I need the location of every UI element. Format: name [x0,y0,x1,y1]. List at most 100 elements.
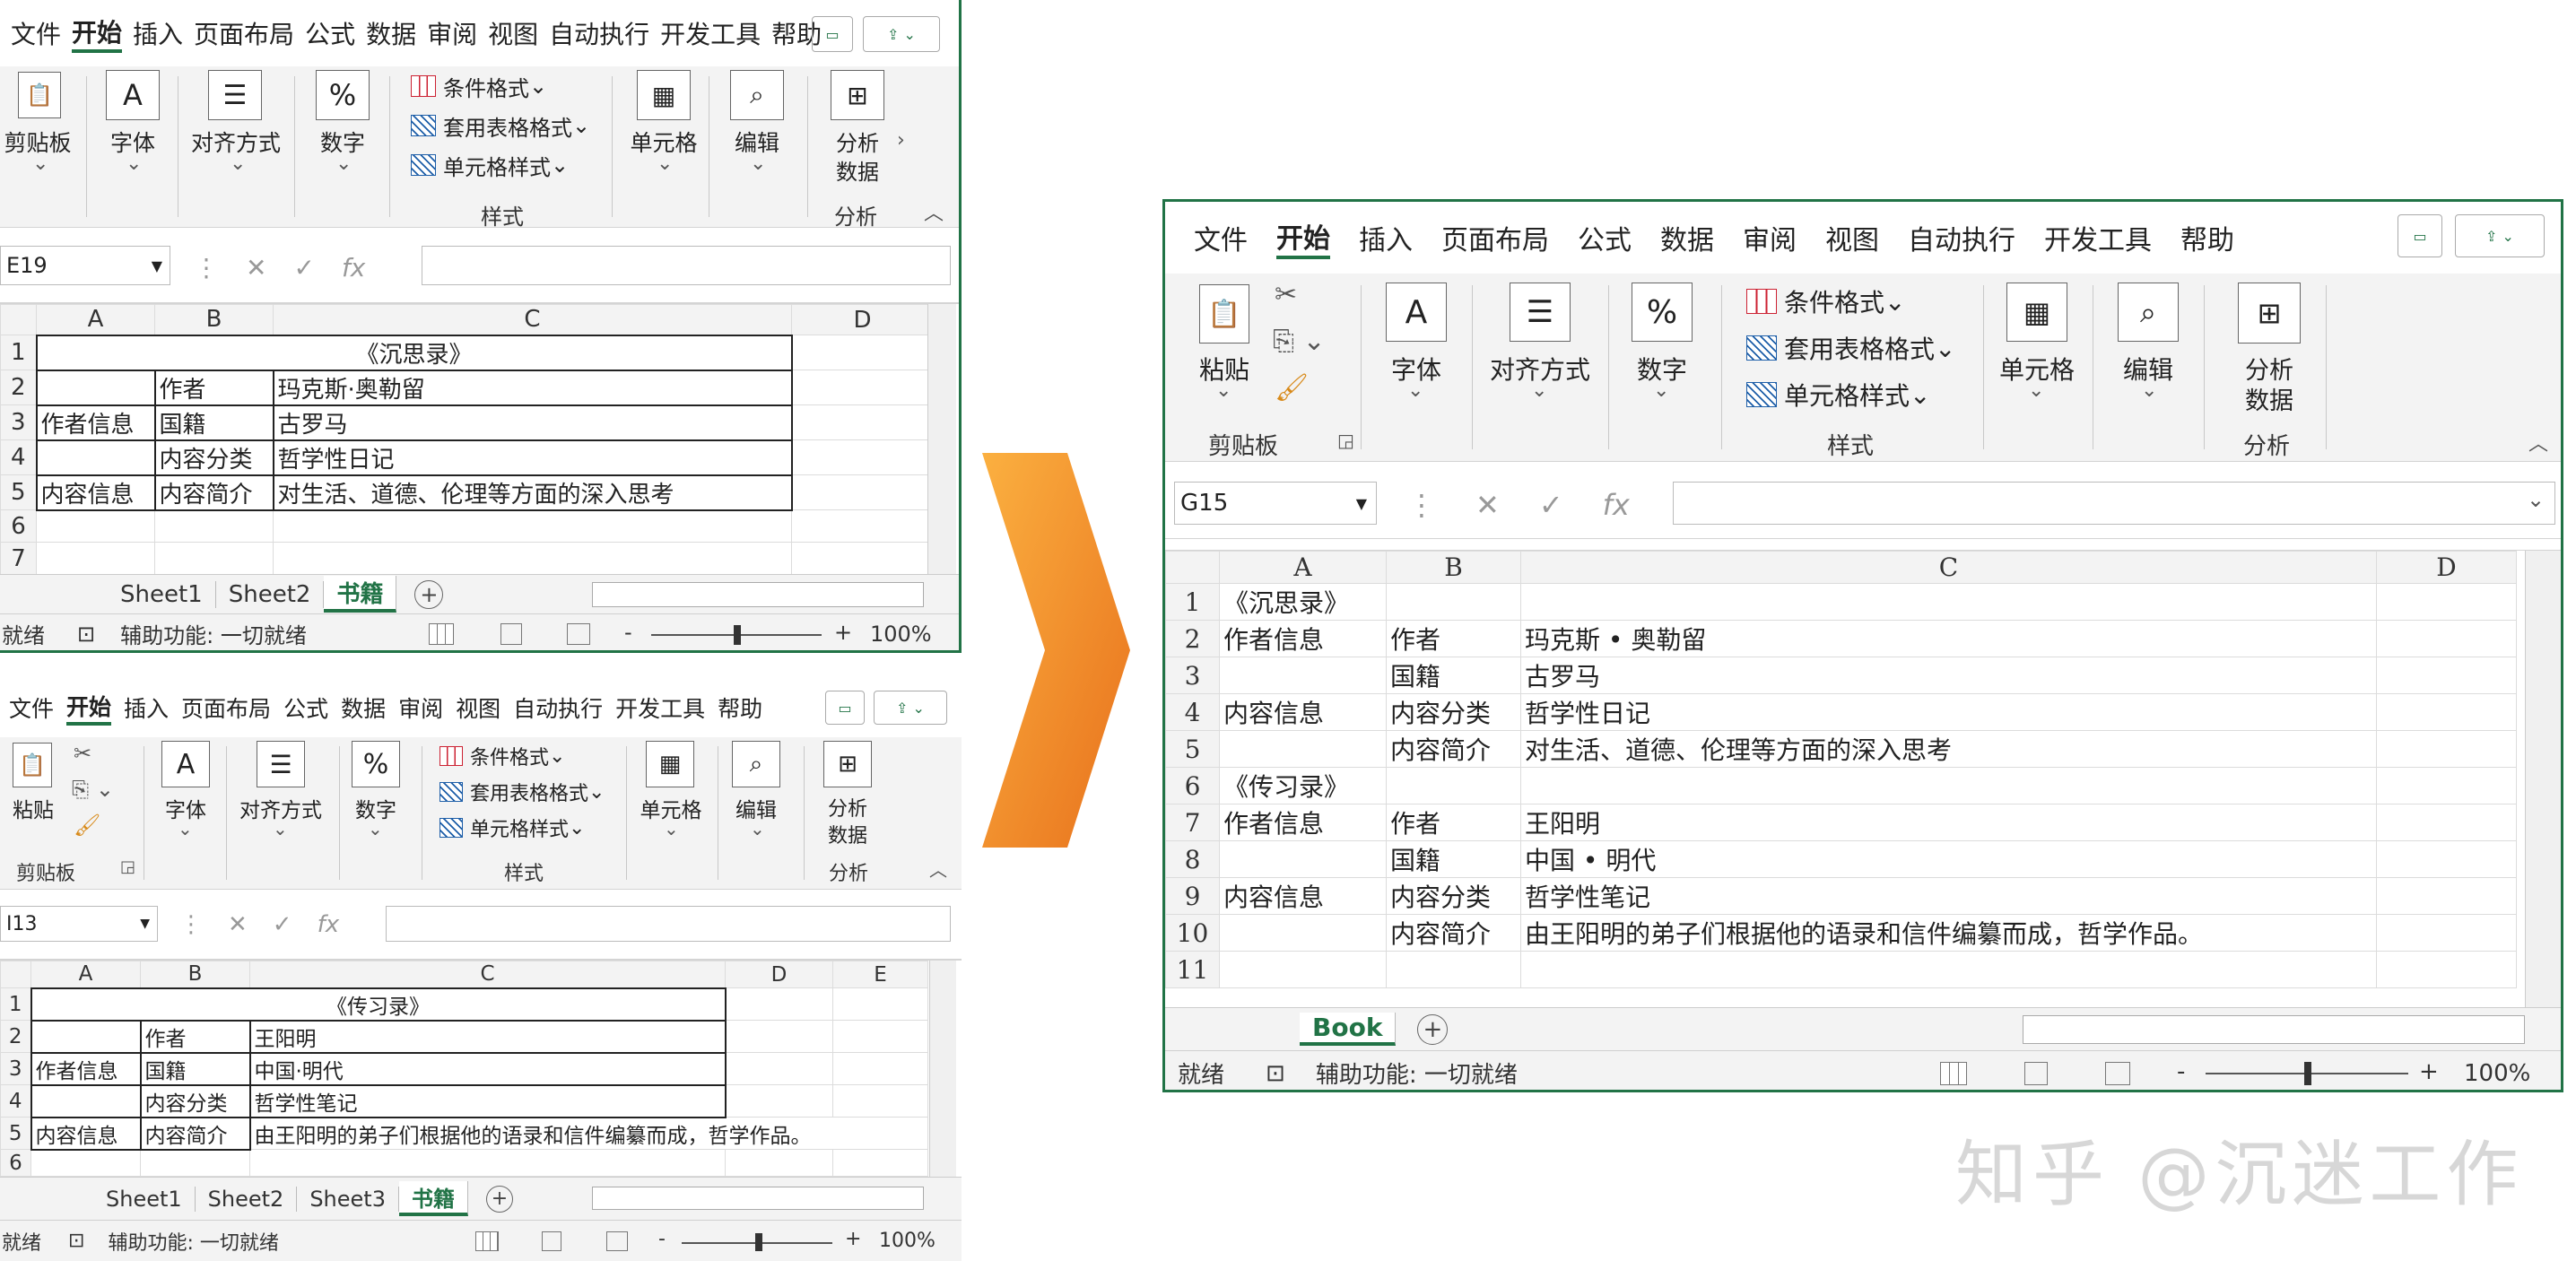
cancel-icon[interactable]: ✕ [228,911,248,938]
cell[interactable] [155,510,274,543]
cell[interactable]: 对生活、道德、伦理等方面的深入思考 [1521,731,2377,768]
format-painter-icon[interactable]: 🖌 [74,813,100,838]
insert-function-icon[interactable]: fx [1603,488,1630,522]
insert-function-icon[interactable]: fx [318,911,340,938]
tab-automate[interactable]: 自动执行 [549,15,649,51]
cell[interactable] [2377,694,2517,731]
editing-search-icon[interactable]: ⌕ [732,741,780,787]
cell[interactable]: 内容简介 [1387,915,1521,952]
cell[interactable] [2377,878,2517,915]
sheet-tab-books[interactable]: 书籍 [324,576,396,613]
cell[interactable] [31,1150,141,1177]
paste-icon[interactable]: 📋 [13,743,52,787]
cell[interactable]: 由王阳明的弟子们根据他的语录和信件编纂而成，哲学作品。 [250,1118,928,1150]
row-header[interactable]: 4 [1,1085,31,1118]
number-icon[interactable]: % [316,70,370,120]
cell[interactable]: 古罗马 [1521,657,2377,694]
table-format-button[interactable]: 套用表格格式 ⌄ [439,777,605,807]
cell[interactable]: 作者 [141,1021,250,1053]
table-format-button[interactable]: 套用表格格式 ⌄ [1746,329,1955,367]
cell[interactable] [1387,584,1521,621]
tab-insert[interactable]: 插入 [124,691,169,724]
cell[interactable]: 内容简介 [141,1118,250,1150]
cell[interactable]: 作者 [1387,621,1521,657]
comments-button[interactable]: ▭ [825,691,865,725]
row-header[interactable]: 11 [1166,952,1220,988]
cell[interactable]: 内容信息 [1220,878,1387,915]
macro-record-icon[interactable]: ⊡ [68,1230,84,1252]
cell[interactable]: 作者信息 [1220,804,1387,841]
cell[interactable]: 内容信息 [37,475,155,510]
normal-view-button[interactable] [429,623,454,645]
cell[interactable] [792,543,934,575]
tab-data[interactable]: 数据 [341,691,386,724]
cell[interactable] [37,543,155,575]
cell[interactable] [792,440,934,475]
cell[interactable] [792,335,934,370]
enter-icon[interactable]: ✓ [293,253,314,283]
row-header[interactable]: 6 [1166,768,1220,804]
sheet-tab-book[interactable]: Book [1300,1013,1396,1046]
cell[interactable] [726,1085,833,1118]
cell-styles-button[interactable]: 单元格样式 ⌄ [1746,376,1930,413]
column-header[interactable]: B [1387,552,1521,584]
page-break-view-button[interactable] [2105,1062,2130,1085]
cell[interactable] [2377,915,2517,952]
cell[interactable]: 王阳明 [250,1021,726,1053]
alignment-icon[interactable]: ☰ [1510,283,1571,342]
cell[interactable] [2377,584,2517,621]
zoom-slider-knob[interactable] [734,625,741,645]
collapse-ribbon-icon[interactable]: ︿ [2528,428,2548,457]
number-icon[interactable]: % [1632,283,1693,342]
tab-insert[interactable]: 插入 [133,15,183,51]
row-header[interactable]: 6 [1,1150,31,1177]
cell[interactable] [1220,952,1387,988]
cell[interactable] [792,510,934,543]
page-break-view-button[interactable] [606,1231,628,1251]
row-header[interactable]: 3 [1,405,37,440]
enter-icon[interactable]: ✓ [273,911,292,938]
cell[interactable]: 由王阳明的弟子们根据他的语录和信件编纂而成，哲学作品。 [1521,915,2377,952]
column-header[interactable]: B [155,305,274,335]
tab-file[interactable]: 文件 [1194,218,1248,257]
name-box[interactable]: E19▼ [0,246,170,285]
vertical-scrollbar[interactable] [2525,551,2561,1008]
dialog-launcher-icon[interactable]: ◲ [1337,430,1354,451]
row-header[interactable]: 2 [1,1021,31,1053]
sheet-tab-books[interactable]: 书籍 [399,1181,468,1216]
cell[interactable]: 中国 • 明代 [1521,841,2377,878]
tab-developer[interactable]: 开发工具 [660,15,761,51]
clipboard-icon[interactable]: 📋 [18,72,61,118]
row-header[interactable]: 7 [1,543,37,575]
conditional-format-button[interactable]: 条件格式 ⌄ [1746,283,1905,320]
row-header[interactable]: 10 [1166,915,1220,952]
formula-input[interactable] [386,906,951,942]
cell[interactable]: 《沉思录》 [37,335,792,370]
expand-formula-bar-icon[interactable]: ⌄ [2527,487,2545,512]
cell[interactable]: 中国·明代 [250,1053,726,1085]
share-button[interactable]: ⇪ ⌄ [863,16,940,52]
cell[interactable] [792,405,934,440]
cell[interactable]: 《沉思录》 [1220,584,1387,621]
row-header[interactable]: 9 [1166,878,1220,915]
horizontal-scrollbar[interactable] [592,1187,924,1210]
cell[interactable] [2377,731,2517,768]
sheet-tab-sheet2[interactable]: Sheet2 [196,1187,298,1212]
table-format-button[interactable]: 套用表格格式 ⌄ [411,109,590,142]
copy-icon[interactable]: ⎘ ⌄ [72,777,114,802]
tab-review[interactable]: 审阅 [1743,218,1797,257]
normal-view-button[interactable] [475,1231,499,1251]
zoom-out-button[interactable]: - [2177,1058,2185,1085]
cell-styles-button[interactable]: 单元格样式 ⌄ [439,813,585,843]
zoom-slider-knob[interactable] [755,1233,762,1251]
analyze-data-icon[interactable]: ⊞ [831,70,884,120]
cell[interactable] [833,1085,928,1118]
cell[interactable]: 哲学性日记 [1521,694,2377,731]
cell[interactable] [155,543,274,575]
tab-review[interactable]: 审阅 [398,691,443,724]
sheet-tab-sheet2[interactable]: Sheet2 [216,581,325,608]
accessibility-status[interactable]: 辅助功能: 一切就绪 [108,1227,278,1256]
cell[interactable] [833,1053,928,1085]
row-header[interactable]: 4 [1,440,37,475]
tab-automate[interactable]: 自动执行 [513,691,603,724]
